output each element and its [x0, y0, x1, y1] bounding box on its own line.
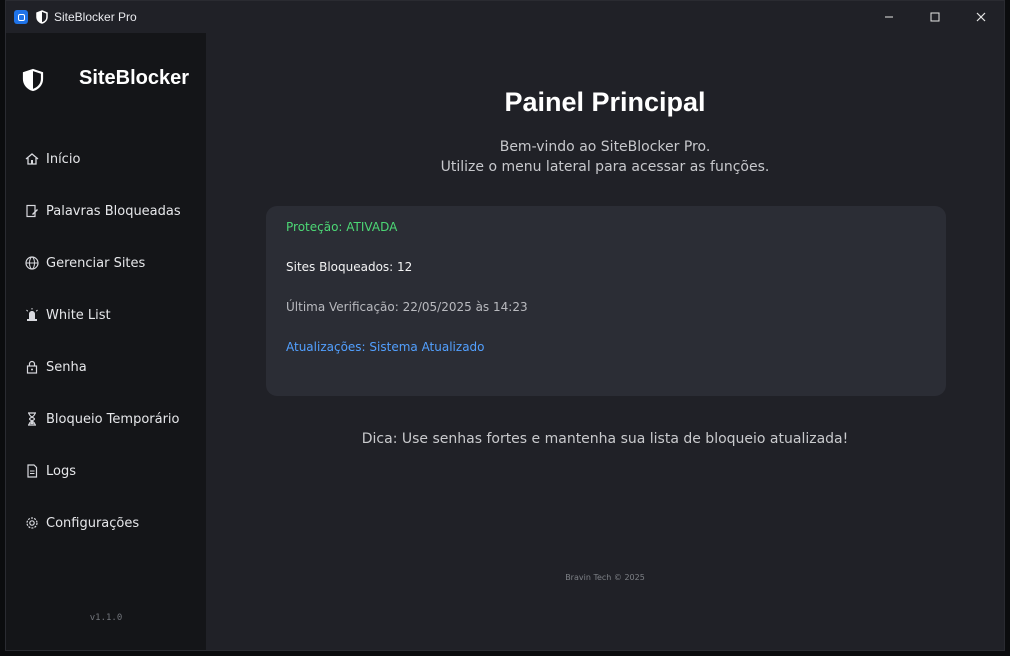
- sidebar-item-label: Bloqueio Temporário: [46, 411, 180, 427]
- sidebar-item-label: Palavras Bloqueadas: [46, 203, 181, 219]
- sidebar-item-label: Gerenciar Sites: [46, 255, 146, 271]
- sidebar-item-bloqueio-temporario[interactable]: Bloqueio Temporário: [23, 406, 206, 432]
- maximize-button[interactable]: [912, 1, 958, 33]
- alarm-icon: [23, 306, 41, 324]
- edit-icon: [23, 202, 41, 220]
- main-content: Painel Principal Bem-vindo ao SiteBlocke…: [206, 33, 1004, 650]
- sidebar-item-logs[interactable]: Logs: [23, 458, 206, 484]
- blocked-sites-count: Sites Bloqueados: 12: [286, 260, 413, 274]
- welcome-line: Bem-vindo ao SiteBlocker Pro.: [499, 139, 711, 155]
- footer-text: Bravin Tech © 2025: [565, 573, 645, 582]
- sidebar-nav: Início Palavras Bloqueadas Gerenciar Sit…: [6, 33, 206, 650]
- sidebar-item-label: Senha: [46, 359, 87, 375]
- sidebar-item-label: Início: [46, 151, 81, 167]
- last-check-status: Última Verificação: 22/05/2025 às 14:23: [286, 300, 528, 314]
- close-button[interactable]: [958, 1, 1004, 33]
- window-title: SiteBlocker Pro: [54, 10, 137, 24]
- close-icon: [976, 12, 986, 22]
- sidebar-item-inicio[interactable]: Início: [23, 146, 206, 172]
- lock-icon: [23, 358, 41, 376]
- window-controls: [866, 1, 1004, 33]
- sidebar-item-label: Logs: [46, 463, 76, 479]
- protection-status: Proteção: ATIVADA: [286, 220, 398, 234]
- minimize-button[interactable]: [866, 1, 912, 33]
- tip-message: Dica: Use senhas fortes e mantenha sua l…: [361, 431, 849, 447]
- sidebar-item-label: Configurações: [46, 515, 140, 531]
- sidebar-item-senha[interactable]: Senha: [23, 354, 206, 380]
- shield-icon: [36, 10, 48, 24]
- sidebar-item-palavras-bloqueadas[interactable]: Palavras Bloqueadas: [23, 198, 206, 224]
- welcome-message: Bem-vindo ao SiteBlocker Pro. Utilize o …: [206, 137, 1004, 177]
- title-bar: SiteBlocker Pro: [6, 1, 1004, 33]
- updates-status: Atualizações: Sistema Atualizado: [286, 340, 485, 354]
- hourglass-icon: [23, 410, 41, 428]
- app-window: SiteBlocker Pro SiteBlocker Início Palav…: [5, 0, 1005, 651]
- document-icon: [23, 462, 41, 480]
- sidebar-item-configuracoes[interactable]: Configurações: [23, 510, 206, 536]
- version-label: v1.1.0: [89, 613, 123, 623]
- sidebar-item-white-list[interactable]: White List: [23, 302, 206, 328]
- home-icon: [23, 150, 41, 168]
- app-icon: [14, 10, 28, 24]
- minimize-icon: [885, 16, 893, 18]
- welcome-line: Utilize o menu lateral para acessar as f…: [440, 159, 770, 175]
- sidebar-item-label: White List: [46, 307, 111, 323]
- maximize-icon: [930, 12, 940, 22]
- gear-icon: [23, 514, 41, 532]
- sidebar-item-gerenciar-sites[interactable]: Gerenciar Sites: [23, 250, 206, 276]
- globe-icon: [23, 254, 41, 272]
- sidebar: SiteBlocker Início Palavras Bloqueadas G…: [6, 33, 206, 650]
- page-title: Painel Principal: [504, 87, 706, 117]
- status-card: Proteção: ATIVADA Sites Bloqueados: 12 Ú…: [266, 206, 946, 396]
